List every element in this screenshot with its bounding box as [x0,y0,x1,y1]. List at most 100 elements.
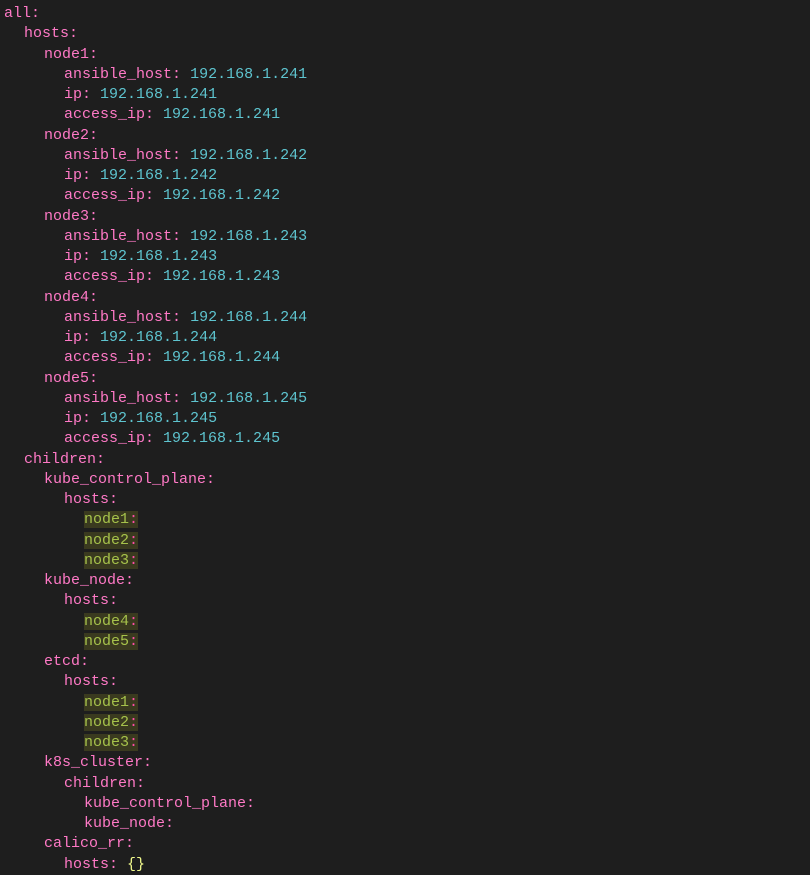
yaml-key-k8s-cluster: k8s_cluster [44,754,143,771]
yaml-line: ip: 192.168.1.244 [4,328,806,348]
yaml-colon: : [172,147,181,164]
yaml-colon: : [125,572,134,589]
yaml-line: ansible_host: 192.168.1.243 [4,227,806,247]
yaml-line: access_ip: 192.168.1.243 [4,267,806,287]
yaml-colon: : [89,208,98,225]
yaml-key-node2-highlighted: node2 [84,714,129,731]
yaml-value: 192.168.1.241 [163,106,280,123]
yaml-line: calico_rr: [4,834,806,854]
yaml-line: k8s_cluster: [4,753,806,773]
yaml-value: 192.168.1.242 [163,187,280,204]
yaml-line: node1: [4,45,806,65]
yaml-colon: : [109,491,118,508]
yaml-line: hosts: {} [4,855,806,875]
yaml-colon-highlighted: : [129,511,138,528]
yaml-key-ip: ip [64,167,82,184]
yaml-line: children: [4,450,806,470]
yaml-key-ansible-host: ansible_host [64,390,172,407]
yaml-key-etcd: etcd [44,653,80,670]
yaml-line: node2: [4,126,806,146]
yaml-line: node1: [4,510,806,530]
yaml-key-ip: ip [64,86,82,103]
yaml-colon: : [82,86,91,103]
yaml-value: 192.168.1.244 [190,309,307,326]
yaml-key-node4-highlighted: node4 [84,613,129,630]
yaml-key-kube-node: kube_node [84,815,165,832]
yaml-colon: : [165,815,174,832]
yaml-colon: : [136,775,145,792]
yaml-line: access_ip: 192.168.1.244 [4,348,806,368]
yaml-key-ansible-host: ansible_host [64,147,172,164]
yaml-value: 192.168.1.245 [100,410,217,427]
yaml-key-children: children [64,775,136,792]
yaml-line: access_ip: 192.168.1.242 [4,186,806,206]
yaml-colon: : [89,127,98,144]
yaml-key-node1: node1 [44,46,89,63]
yaml-colon: : [89,289,98,306]
yaml-key-access-ip: access_ip [64,430,145,447]
yaml-line: hosts: [4,591,806,611]
yaml-colon: : [145,349,154,366]
yaml-value: 192.168.1.245 [190,390,307,407]
yaml-key-ip: ip [64,410,82,427]
yaml-line: node3: [4,207,806,227]
yaml-empty-object: {} [127,856,145,873]
yaml-key-children: children [24,451,96,468]
yaml-colon: : [145,430,154,447]
yaml-colon: : [172,228,181,245]
yaml-line: kube_node: [4,571,806,591]
yaml-colon-highlighted: : [129,714,138,731]
yaml-line: all: [4,4,806,24]
yaml-key-ansible-host: ansible_host [64,66,172,83]
yaml-colon: : [82,248,91,265]
yaml-line: kube_control_plane: [4,794,806,814]
yaml-line: node4: [4,288,806,308]
yaml-colon: : [145,106,154,123]
yaml-key-kube-control-plane: kube_control_plane [84,795,246,812]
yaml-colon: : [109,673,118,690]
yaml-value: 192.168.1.244 [163,349,280,366]
yaml-code-block: all: hosts: node1: ansible_host: 192.168… [4,4,806,875]
yaml-line: node3: [4,551,806,571]
yaml-key-node3-highlighted: node3 [84,734,129,751]
yaml-key-node1-highlighted: node1 [84,694,129,711]
yaml-colon: : [125,835,134,852]
yaml-line: kube_control_plane: [4,470,806,490]
yaml-key-node2: node2 [44,127,89,144]
yaml-key-hosts: hosts [64,491,109,508]
yaml-colon: : [80,653,89,670]
yaml-key-hosts: hosts [24,25,69,42]
yaml-value: 192.168.1.243 [163,268,280,285]
yaml-key-ip: ip [64,329,82,346]
yaml-key-hosts: hosts [64,592,109,609]
yaml-line: ansible_host: 192.168.1.244 [4,308,806,328]
yaml-colon: : [143,754,152,771]
yaml-colon: : [109,856,118,873]
yaml-colon-highlighted: : [129,532,138,549]
yaml-colon: : [82,329,91,346]
yaml-line: ansible_host: 192.168.1.245 [4,389,806,409]
yaml-key-node3: node3 [44,208,89,225]
yaml-key-node2-highlighted: node2 [84,532,129,549]
yaml-colon: : [145,187,154,204]
yaml-colon-highlighted: : [129,694,138,711]
yaml-key-node5-highlighted: node5 [84,633,129,650]
yaml-colon-highlighted: : [129,633,138,650]
yaml-colon-highlighted: : [129,734,138,751]
yaml-line: children: [4,774,806,794]
yaml-colon: : [96,451,105,468]
yaml-colon: : [206,471,215,488]
yaml-value: 192.168.1.241 [190,66,307,83]
yaml-value: 192.168.1.245 [163,430,280,447]
yaml-key-node5: node5 [44,370,89,387]
yaml-key-all: all [4,5,31,22]
yaml-line: kube_node: [4,814,806,834]
yaml-colon-highlighted: : [129,613,138,630]
yaml-key-access-ip: access_ip [64,106,145,123]
yaml-key-kube-control-plane: kube_control_plane [44,471,206,488]
yaml-colon: : [172,66,181,83]
yaml-line: etcd: [4,652,806,672]
yaml-key-ansible-host: ansible_host [64,228,172,245]
yaml-key-node1-highlighted: node1 [84,511,129,528]
yaml-line: ip: 192.168.1.243 [4,247,806,267]
